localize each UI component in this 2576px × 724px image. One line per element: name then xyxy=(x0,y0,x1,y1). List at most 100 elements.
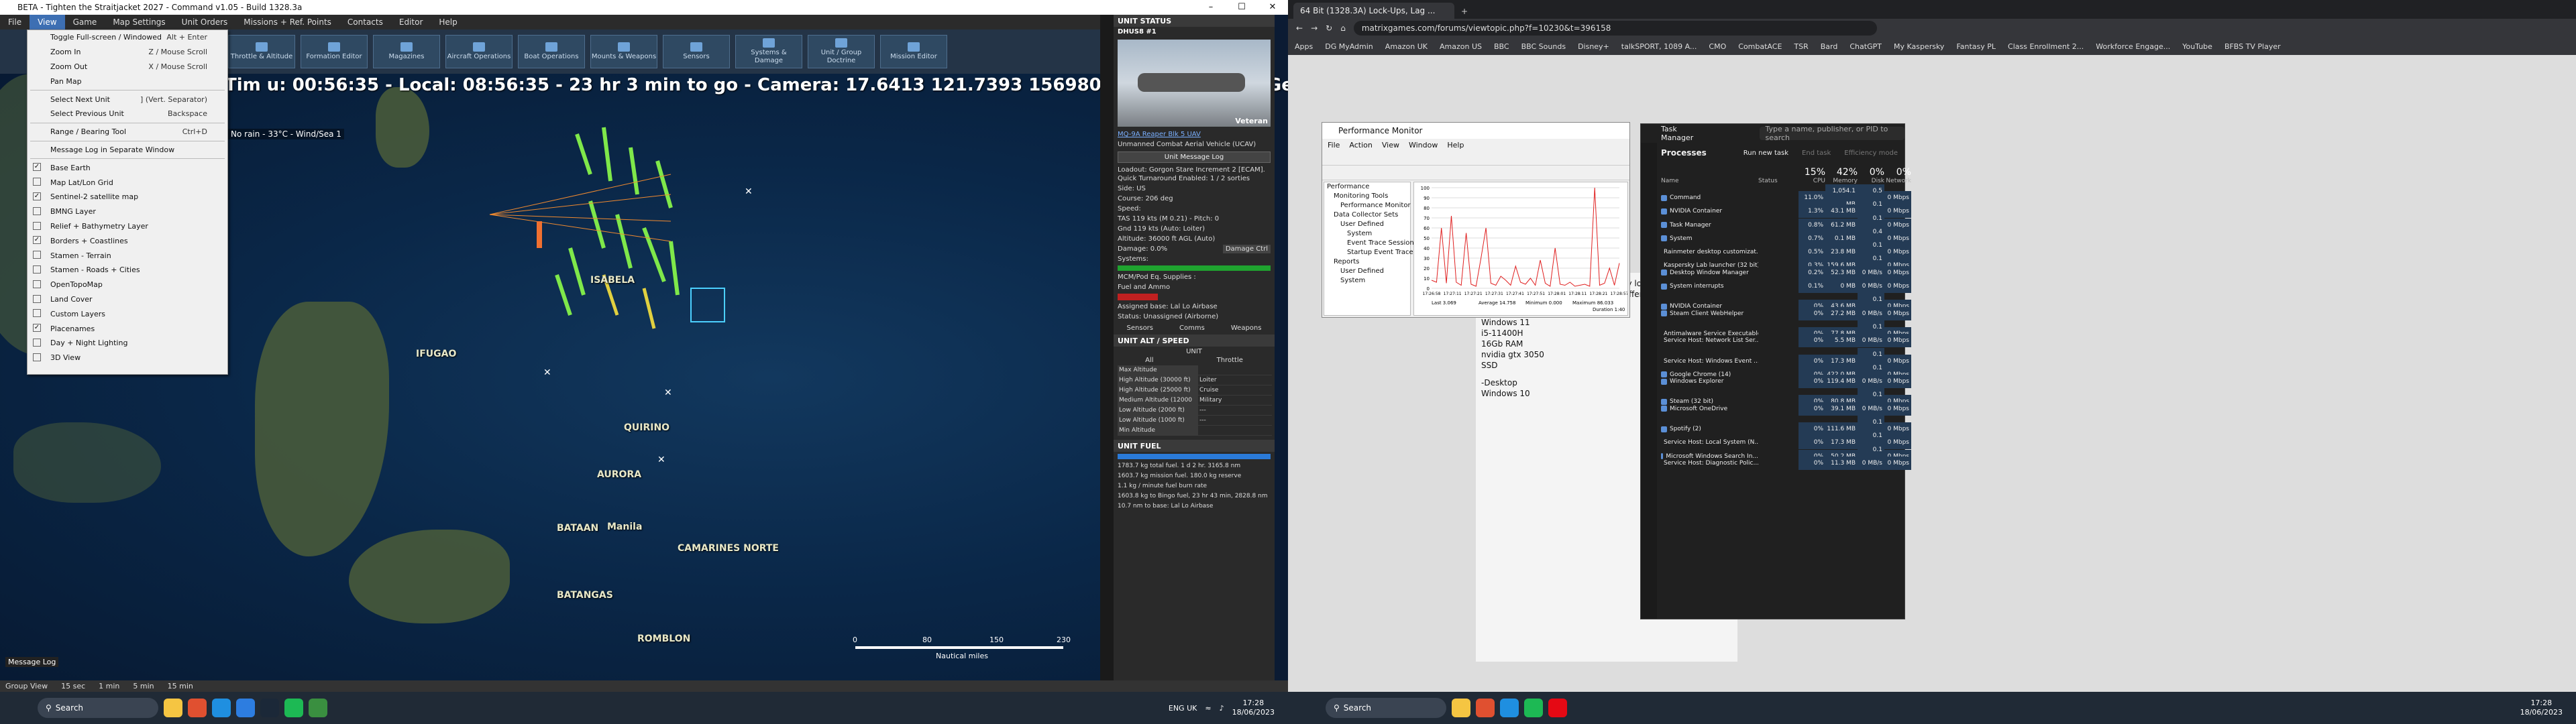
view-menu-item[interactable]: Land Cover xyxy=(28,292,227,307)
tm-search[interactable]: Type a name, publisher, or PID to search xyxy=(1760,125,1904,142)
command-app-icon[interactable] xyxy=(309,699,327,717)
tm-process-row[interactable]: Service Host: Windows Event ... 0% 17.3 MB… xyxy=(1641,347,1911,375)
tm-col-header[interactable]: Status xyxy=(1758,178,1799,184)
steam-icon[interactable] xyxy=(260,699,279,717)
checkbox-icon[interactable] xyxy=(33,338,41,347)
perfmon-tree-item[interactable]: System xyxy=(1324,276,1410,286)
bookmark-item[interactable]: Apps xyxy=(1295,42,1313,51)
tm-process-row[interactable]: Spotify (2)0%111.6 MB0.1 MB/s0 Mbps xyxy=(1641,416,1911,443)
view-menu-item[interactable]: Zoom In Z / Mouse Scroll xyxy=(28,45,227,60)
edge-icon[interactable] xyxy=(212,699,231,717)
time-compression-option[interactable]: 15 min xyxy=(168,682,193,690)
file-explorer-icon[interactable] xyxy=(164,699,182,717)
alt-row-value[interactable]: Military xyxy=(1198,396,1272,406)
alt-row-label[interactable]: Max Altitude xyxy=(1118,365,1198,375)
view-menu-item[interactable]: Relief + Bathymetry Layer xyxy=(28,219,227,234)
menu-unit-orders[interactable]: Unit Orders xyxy=(174,15,236,29)
menu-editor[interactable]: Editor xyxy=(391,15,431,29)
checkbox-icon[interactable] xyxy=(33,265,41,274)
close-button[interactable]: ✕ xyxy=(1257,0,1288,15)
tm-col-header[interactable]: 0% Network xyxy=(1884,167,1911,184)
checkbox-checked-icon[interactable]: ✓ xyxy=(33,163,41,172)
menu-missions-ref-points[interactable]: Missions + Ref. Points xyxy=(235,15,339,29)
message-log-button[interactable]: Message Log xyxy=(5,657,59,667)
address-bar[interactable]: matrixgames.com/forums/viewtopic.php?f=1… xyxy=(1353,21,1877,36)
bookmark-item[interactable]: My Kaspersky xyxy=(1894,42,1944,51)
minimize-button[interactable]: – xyxy=(1195,0,1226,15)
checkbox-icon[interactable] xyxy=(33,280,41,288)
alt-row-value[interactable] xyxy=(1198,365,1272,375)
unit-message-log-button[interactable]: Unit Message Log xyxy=(1118,152,1271,163)
tm-nav-rail[interactable] xyxy=(1641,143,1657,619)
menu-contacts[interactable]: Contacts xyxy=(339,15,391,29)
bookmark-item[interactable]: Bard xyxy=(1821,42,1838,51)
alt-row-label[interactable]: High Altitude (30000 ft) xyxy=(1118,375,1198,385)
unit-type-link[interactable]: MQ-9A Reaper Blk 5 UAV xyxy=(1114,129,1275,139)
bookmark-item[interactable]: ChatGPT xyxy=(1849,42,1882,51)
forward-icon[interactable]: → xyxy=(1311,23,1318,33)
alt-row-label[interactable]: Min Altitude xyxy=(1118,426,1198,436)
loadout[interactable]: Loadout: Gorgon Stare Increment 2 [ECAM]… xyxy=(1114,165,1275,184)
view-menu-item[interactable]: Zoom Out X / Mouse Scroll xyxy=(28,60,227,74)
bookmark-item[interactable]: Amazon US xyxy=(1440,42,1482,51)
bookmark-item[interactable]: Class Enrollment 2... xyxy=(2008,42,2084,51)
bookmark-item[interactable]: CMO xyxy=(1709,42,1726,51)
checkbox-icon[interactable] xyxy=(33,178,41,186)
spotify-icon[interactable] xyxy=(284,699,303,717)
bookmark-item[interactable]: talkSPORT, 1089 A... xyxy=(1621,42,1697,51)
tm-process-row[interactable]: Command11.0%1,054.1 MB0.5 MB/s0 Mbps xyxy=(1641,184,1911,211)
perfmon-tree-item[interactable]: Reports xyxy=(1324,257,1410,267)
bookmark-item[interactable]: BBC xyxy=(1494,42,1509,51)
tm-process-row[interactable]: NVIDIA Container0%43.6 MB0.1 MB/s0 Mbps xyxy=(1641,293,1911,320)
bookmark-item[interactable]: TSR xyxy=(1794,42,1808,51)
bookmark-item[interactable]: Workforce Engage... xyxy=(2096,42,2170,51)
checkbox-icon[interactable] xyxy=(33,206,41,215)
maximize-button[interactable]: ☐ xyxy=(1226,0,1257,15)
view-menu-item[interactable]: ✓ Base Earth xyxy=(28,160,227,175)
run-new-task-button[interactable]: Run new task xyxy=(1743,149,1788,157)
menu-file[interactable]: File xyxy=(0,15,30,29)
view-menu-item[interactable]: Map Lat/Lon Grid xyxy=(28,175,227,190)
checkbox-checked-icon[interactable]: ✓ xyxy=(33,324,41,333)
firefox-icon[interactable] xyxy=(188,699,207,717)
perfmon-tree-item[interactable]: System xyxy=(1324,229,1410,239)
chrome-tab[interactable]: 64 Bit (1328.3A) Lock-Ups, Lag ... xyxy=(1293,3,1454,19)
alt-col[interactable]: All xyxy=(1145,357,1153,364)
menu-map-settings[interactable]: Map Settings xyxy=(105,15,173,29)
view-menu-item[interactable]: Day + Night Lighting xyxy=(28,336,227,351)
spotify-icon[interactable] xyxy=(1524,699,1543,717)
view-menu-item[interactable]: ✓ Borders + Coastlines xyxy=(28,233,227,248)
alt-row-value[interactable]: Cruise xyxy=(1198,385,1272,396)
back-icon[interactable]: ← xyxy=(1296,23,1303,33)
checkbox-checked-icon[interactable]: ✓ xyxy=(33,236,41,245)
alt-row-label[interactable]: High Altitude (25000 ft) xyxy=(1118,385,1198,396)
bookmark-item[interactable]: DG MyAdmin xyxy=(1325,42,1373,51)
view-menu-item[interactable]: Select Next Unit] (Vert. Separator) xyxy=(28,92,227,107)
tm-process-row[interactable]: Antimalware Service Executable0%77.8 MB0… xyxy=(1641,320,1911,347)
checkbox-icon[interactable] xyxy=(33,309,41,318)
outlook-icon[interactable] xyxy=(236,699,255,717)
checkbox-icon[interactable] xyxy=(33,353,41,361)
firefox-icon[interactable] xyxy=(1476,699,1495,717)
tab-sensors[interactable]: Sensors xyxy=(1127,324,1154,332)
bookmark-item[interactable]: Amazon UK xyxy=(1385,42,1428,51)
toolbar-button[interactable]: Boat Operations xyxy=(518,35,585,68)
alt-row-value[interactable]: Loiter xyxy=(1198,375,1272,385)
toolbar-button[interactable]: Mounts & Weapons xyxy=(590,35,657,68)
perfmon-menu-item[interactable]: Window xyxy=(1409,141,1438,149)
toolbar-button[interactable]: Unit / Group Doctrine xyxy=(808,35,875,68)
perfmon-menu-item[interactable]: Help xyxy=(1447,141,1464,149)
bookmark-item[interactable]: CombatACE xyxy=(1738,42,1782,51)
tm-process-row[interactable]: System interrupts 0.1% 0 MB 0 MB/s 0 Mbps xyxy=(1641,280,1911,294)
tm-process-row[interactable]: Steam (32 bit)0%80.8 MB0.1 MB/s0 Mbps xyxy=(1641,388,1911,416)
checkbox-icon[interactable] xyxy=(33,221,41,230)
tm-col-header[interactable]: Name xyxy=(1661,178,1758,184)
perfmon-menu-item[interactable]: View xyxy=(1382,141,1399,149)
bookmark-item[interactable]: BBC Sounds xyxy=(1521,42,1566,51)
clock[interactable]: 17:28 18/06/2023 xyxy=(1232,699,1275,717)
group-view-label[interactable]: Group View xyxy=(5,682,48,690)
view-menu-item[interactable]: Select Previous Unit Backspace xyxy=(28,107,227,121)
alt-row-value[interactable]: --- xyxy=(1198,416,1272,426)
view-menu-item[interactable]: ✓ Sentinel-2 satellite map xyxy=(28,190,227,204)
view-menu-item[interactable]: Toggle Full-screen / Windowed Alt + Enter xyxy=(28,30,227,45)
